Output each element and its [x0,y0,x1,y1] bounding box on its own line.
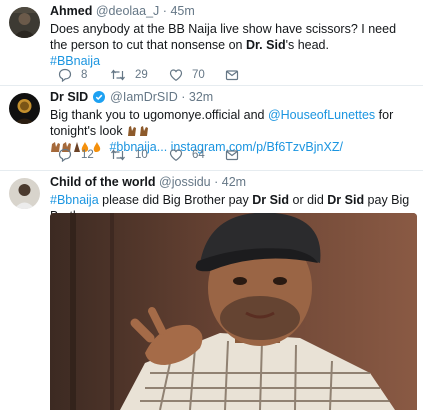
tweet-text-part: 's head. [285,38,329,52]
retweet-count: 29 [135,69,148,81]
tweet-drsid[interactable]: Dr SID @IamDrSID · 32m Big thank you to … [0,86,423,171]
separator: · [181,90,186,104]
tweet-header: Ahmed @deolaa_J · 45m [50,4,417,18]
reply-icon [58,148,72,162]
like-count: 70 [192,69,205,81]
handle[interactable]: @IamDrSID [110,90,178,104]
direct-message-button[interactable] [225,148,239,162]
verified-badge-icon [92,91,105,103]
avatar[interactable] [9,178,40,209]
like-button[interactable]: 70 [169,68,205,82]
heart-icon [169,149,183,162]
like-button[interactable]: 64 [169,148,205,162]
tweet-actions: 8 29 70 [50,68,415,84]
separator: · [162,4,167,18]
reply-icon [58,68,72,82]
tweet-text-bold: Dr Sid [327,193,365,207]
tweet-text-bold: Dr. Sid [245,38,286,52]
hashtag-link[interactable]: #Bbnaija [50,193,99,207]
tweet-text-part: Big thank you to ugomonye.official and [50,108,268,122]
avatar[interactable] [9,93,40,124]
tweet-ahmed[interactable]: Ahmed @deolaa_J · 45m Does anybody at th… [0,0,423,86]
tweet-text: Does anybody at the BB Naija live show h… [50,21,415,69]
tweet-jossidu[interactable]: Child of the world @jossidu · 42m #Bbnai… [0,171,423,410]
timestamp[interactable]: 45m [170,4,194,18]
reply-count: 8 [81,69,88,81]
display-name[interactable]: Child of the world [50,175,156,189]
tweet-text-bold: Dr Sid [252,193,290,207]
tweet-text-part: or did [289,193,328,207]
like-count: 64 [192,149,205,161]
reply-count: 12 [81,149,94,161]
heart-icon [169,69,183,82]
retweet-count: 10 [135,149,148,161]
separator: · [214,175,219,189]
tweet-header: Dr SID @IamDrSID · 32m [50,90,417,104]
mention-link[interactable]: @HouseofLunettes [268,108,375,122]
display-name[interactable]: Dr SID [50,90,88,104]
display-name[interactable]: Ahmed [50,4,92,18]
media-image [50,213,417,410]
handle[interactable]: @jossidu [159,175,211,189]
tweet-feed: Ahmed @deolaa_J · 45m Does anybody at th… [0,0,423,410]
handle[interactable]: @deolaa_J [96,4,159,18]
tweet-actions: 12 10 64 [50,148,415,164]
reply-button[interactable]: 8 [58,68,87,82]
direct-message-button[interactable] [225,68,239,82]
envelope-icon [225,70,239,81]
tweet-header: Child of the world @jossidu · 42m [50,175,417,189]
retweet-button[interactable]: 29 [110,68,148,82]
tweet-text-part: Does anybody at the BB Naija live show h… [50,22,397,52]
retweet-icon [111,149,125,161]
tweet-text-part: please did Big Brother pay [98,193,253,207]
tweet-media-gif[interactable] [50,213,417,410]
envelope-icon [225,150,239,161]
timestamp[interactable]: 32m [189,90,213,104]
retweet-button[interactable]: 10 [110,148,148,162]
hashtag-link[interactable]: #BBnaija [50,54,100,68]
reply-button[interactable]: 12 [58,148,94,162]
timestamp[interactable]: 42m [222,175,246,189]
retweet-icon [111,69,125,81]
avatar[interactable] [9,7,40,38]
raised-hands-emoji-icon [128,126,149,136]
